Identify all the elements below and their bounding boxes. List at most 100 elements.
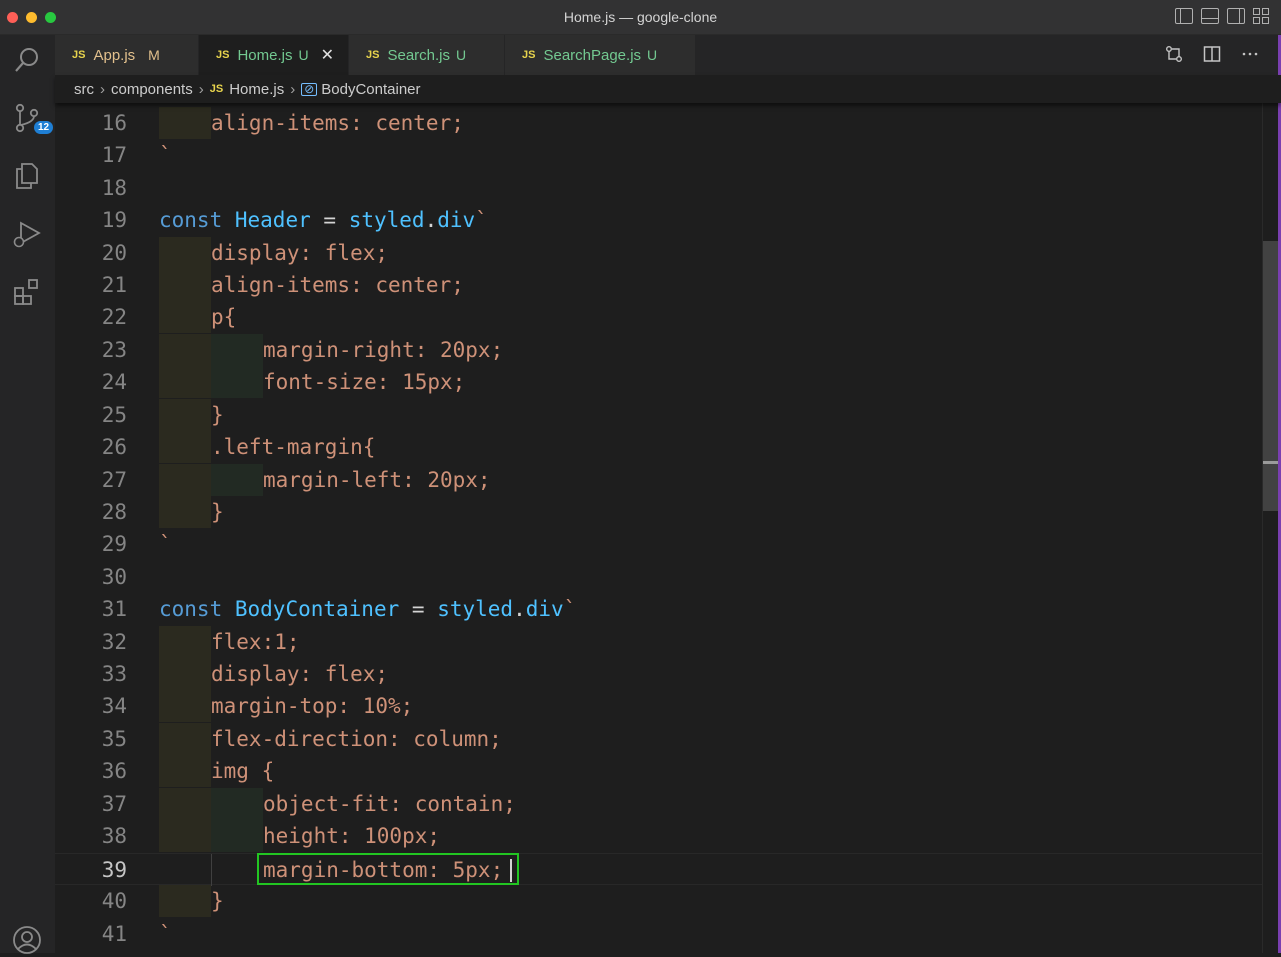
tab-searchpage-js[interactable]: JS SearchPage.js U bbox=[505, 35, 696, 75]
code-line[interactable]: 24 font-size: 15px; bbox=[55, 366, 1262, 398]
line-number: 28 bbox=[101, 500, 127, 524]
line-number: 38 bbox=[101, 824, 127, 848]
breadcrumb-item-src[interactable]: src bbox=[74, 81, 94, 98]
source-control-icon[interactable]: 12 bbox=[10, 101, 54, 135]
code-line[interactable]: 22 p{ bbox=[55, 301, 1262, 333]
customize-layout-icon[interactable] bbox=[1253, 8, 1271, 24]
code-line[interactable]: 30 bbox=[55, 561, 1262, 593]
code-line[interactable]: 23 margin-right: 20px; bbox=[55, 334, 1262, 366]
code-line[interactable]: 25 } bbox=[55, 399, 1262, 431]
line-number: 30 bbox=[101, 565, 127, 589]
text-cursor bbox=[510, 859, 512, 882]
code-line[interactable]: 37 object-fit: contain; bbox=[55, 788, 1262, 820]
run-debug-icon[interactable] bbox=[10, 217, 44, 251]
breadcrumb: src › components › JS Home.js › ⊘ BodyCo… bbox=[55, 75, 1281, 103]
code-line[interactable]: 35 flex-direction: column; bbox=[55, 723, 1262, 755]
toggle-primary-sidebar-icon[interactable] bbox=[1175, 8, 1193, 24]
line-number: 37 bbox=[101, 792, 127, 816]
code-text: display: flex; bbox=[211, 662, 389, 686]
code-line[interactable]: 41 ` bbox=[55, 918, 1262, 950]
code-line[interactable]: 40 } bbox=[55, 885, 1262, 917]
line-number: 33 bbox=[101, 662, 127, 686]
code-line[interactable]: 33 display: flex; bbox=[55, 658, 1262, 690]
line-number: 22 bbox=[101, 305, 127, 329]
breadcrumb-item-file[interactable]: Home.js bbox=[229, 81, 284, 98]
chevron-right-icon: › bbox=[198, 80, 204, 98]
code-line[interactable]: 27 margin-left: 20px; bbox=[55, 464, 1262, 496]
chevron-right-icon: › bbox=[290, 80, 296, 98]
line-number: 29 bbox=[101, 532, 127, 556]
code-text: flex-direction: column; bbox=[211, 727, 502, 751]
extensions-icon[interactable] bbox=[10, 275, 44, 309]
code-text: margin-left: 20px; bbox=[263, 468, 491, 492]
javascript-file-icon: JS bbox=[366, 49, 380, 61]
line-number: 27 bbox=[101, 468, 127, 492]
toggle-secondary-sidebar-icon[interactable] bbox=[1227, 8, 1245, 24]
tab-app-js[interactable]: JS App.js M bbox=[55, 35, 199, 75]
split-editor-icon[interactable] bbox=[1203, 45, 1221, 68]
code-text: height: 100px; bbox=[263, 824, 441, 848]
code-text: img { bbox=[211, 759, 275, 783]
scm-count-badge: 12 bbox=[34, 121, 54, 134]
code-text: ` bbox=[159, 143, 172, 167]
code-line[interactable]: 31 const BodyContainer = styled.div` bbox=[55, 593, 1262, 625]
code-line[interactable]: 19 const Header = styled.div` bbox=[55, 204, 1262, 236]
tab-label: App.js bbox=[93, 46, 136, 64]
tab-home-js[interactable]: JS Home.js U ✕ bbox=[199, 35, 349, 75]
code-line[interactable]: 17 ` bbox=[55, 139, 1262, 171]
code-line[interactable]: 21 align-items: center; bbox=[55, 269, 1262, 301]
scrollbar-thumb[interactable] bbox=[1263, 241, 1278, 511]
code-text: .left-margin{ bbox=[211, 435, 376, 459]
tab-search-js[interactable]: JS Search.js U bbox=[349, 35, 505, 75]
more-actions-icon[interactable] bbox=[1241, 45, 1259, 68]
code-line[interactable]: 36 img { bbox=[55, 755, 1262, 787]
code-text: margin-bottom: 5px; bbox=[263, 858, 504, 882]
breadcrumb-item-symbol[interactable]: BodyContainer bbox=[321, 81, 420, 98]
line-number: 21 bbox=[101, 273, 127, 297]
code-text: object-fit: contain; bbox=[263, 792, 516, 816]
code-line[interactable]: 32 flex:1; bbox=[55, 626, 1262, 658]
line-number: 31 bbox=[101, 597, 127, 621]
code-line-current[interactable]: 39 margin-bottom: 5px; bbox=[55, 853, 1262, 886]
code-line[interactable]: 26 .left-margin{ bbox=[55, 431, 1262, 463]
code-editor[interactable]: 16 align-items: center; 17 ` 18 19 const… bbox=[55, 103, 1262, 953]
toggle-panel-icon[interactable] bbox=[1201, 8, 1219, 24]
code-line[interactable]: 20 display: flex; bbox=[55, 237, 1262, 269]
tab-status: U bbox=[456, 47, 467, 63]
account-icon[interactable] bbox=[10, 923, 44, 957]
breadcrumb-item-components[interactable]: components bbox=[111, 81, 193, 98]
code-text: p{ bbox=[211, 305, 237, 329]
code-text: } bbox=[211, 500, 224, 524]
search-icon[interactable] bbox=[10, 43, 44, 77]
window-title: Home.js — google-clone bbox=[563, 9, 718, 25]
code-line[interactable]: 34 margin-top: 10%; bbox=[55, 690, 1262, 722]
code-text: ` bbox=[159, 922, 172, 946]
line-number: 24 bbox=[101, 370, 127, 394]
close-tab-icon[interactable]: ✕ bbox=[321, 45, 334, 65]
javascript-file-icon: JS bbox=[522, 49, 536, 61]
open-changes-icon[interactable] bbox=[1165, 45, 1183, 68]
code-text: } bbox=[211, 403, 224, 427]
line-number: 17 bbox=[101, 143, 127, 167]
code-line[interactable]: 16 align-items: center; bbox=[55, 107, 1262, 139]
line-number: 16 bbox=[101, 111, 127, 135]
line-number: 41 bbox=[101, 922, 127, 946]
line-number: 39 bbox=[101, 858, 127, 882]
javascript-file-icon: JS bbox=[209, 83, 224, 95]
code-line[interactable]: 38 height: 100px; bbox=[55, 820, 1262, 852]
code-line[interactable]: 18 bbox=[55, 172, 1262, 204]
scrollbar-cursor-marker bbox=[1263, 461, 1278, 464]
code-line[interactable]: 29 ` bbox=[55, 528, 1262, 560]
title-bar: Home.js — google-clone bbox=[0, 0, 1281, 35]
line-number: 20 bbox=[101, 241, 127, 265]
code-text: flex:1; bbox=[211, 630, 300, 654]
explorer-icon[interactable] bbox=[10, 159, 44, 193]
code-line[interactable]: 28 } bbox=[55, 496, 1262, 528]
line-number: 34 bbox=[101, 694, 127, 718]
tab-status: U bbox=[298, 47, 309, 63]
code-text: ` bbox=[159, 532, 172, 556]
line-number: 36 bbox=[101, 759, 127, 783]
code-text: const Header = styled.div` bbox=[159, 208, 488, 232]
activity-bar: 12 bbox=[0, 35, 55, 954]
line-number: 19 bbox=[101, 208, 127, 232]
